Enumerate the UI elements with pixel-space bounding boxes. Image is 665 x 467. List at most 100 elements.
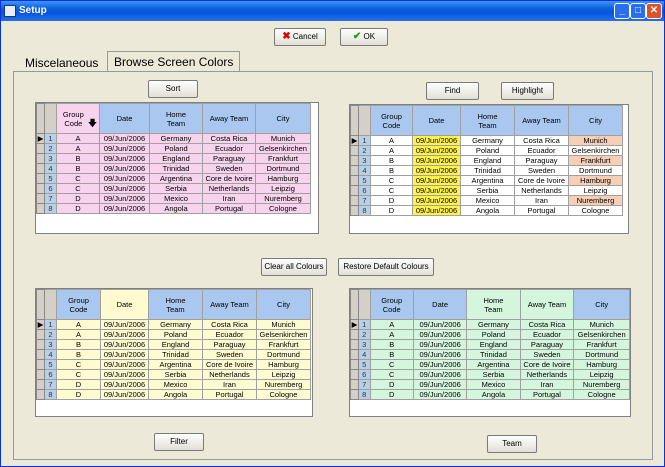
cell-home-team[interactable]: Serbia xyxy=(466,369,521,380)
table-row[interactable]: ▶ 1 A 09/Jun/2006 Germany Costa Rica Munich xyxy=(350,135,623,146)
column-header-home-team[interactable]: Home Team xyxy=(148,289,203,320)
cell-away-team[interactable]: Costa Rica xyxy=(202,319,257,330)
find-highlight-colors-grid[interactable]: Group Code Date Home Team Away Team City ▶ 1 A 0… xyxy=(349,104,629,234)
cell-group-code[interactable]: D xyxy=(369,389,414,400)
cell-city[interactable]: Nuremberg xyxy=(573,379,630,390)
column-header-city[interactable]: City xyxy=(255,103,311,134)
team-button[interactable]: Team xyxy=(487,435,537,453)
cell-away-team[interactable]: Sweden xyxy=(202,163,256,174)
table-row[interactable]: 8 D 09/Jun/2006 Angola Portugal Cologne xyxy=(350,389,630,400)
cell-away-team[interactable]: Core de Ivoire xyxy=(202,359,257,370)
table-row[interactable]: 5 C 09/Jun/2006 Argentina Core de Ivoire Hamb… xyxy=(36,173,311,184)
cell-city[interactable]: Hamburg xyxy=(255,173,311,184)
cell-date[interactable]: 09/Jun/2006 xyxy=(412,369,468,380)
cell-date[interactable]: 09/Jun/2006 xyxy=(100,349,149,360)
cell-group-code[interactable]: D xyxy=(56,389,101,400)
cell-group-code[interactable]: D xyxy=(56,203,100,214)
cell-away-team[interactable]: Paraguay xyxy=(519,339,575,350)
cell-home-team[interactable]: Argentina xyxy=(460,175,515,186)
cell-date[interactable]: 09/Jun/2006 xyxy=(100,369,149,380)
cell-group-code[interactable]: A xyxy=(56,133,100,144)
cell-home-team[interactable]: England xyxy=(149,153,203,164)
cell-group-code[interactable]: C xyxy=(370,185,413,196)
cell-home-team[interactable]: England xyxy=(460,155,515,166)
column-header-home-team[interactable]: Home Team xyxy=(149,103,203,134)
table-row[interactable]: 8 D 09/Jun/2006 Angola Portugal Cologne xyxy=(36,389,311,400)
cell-group-code[interactable]: A xyxy=(370,135,413,146)
column-header-date[interactable]: Date xyxy=(412,289,468,320)
column-header-group-code[interactable]: Group Code xyxy=(56,289,101,320)
cell-date[interactable]: 09/Jun/2006 xyxy=(412,155,461,166)
cell-date[interactable]: 09/Jun/2006 xyxy=(412,359,468,370)
cell-city[interactable]: Cologne xyxy=(568,205,623,216)
cell-away-team[interactable]: Ecuador xyxy=(519,329,575,340)
cell-away-team[interactable]: Sweden xyxy=(519,349,575,360)
cell-away-team[interactable]: Portugal xyxy=(202,203,256,214)
cell-city[interactable]: Dortmund xyxy=(573,349,630,360)
column-header-away-team[interactable]: Away Team xyxy=(514,105,569,136)
cell-group-code[interactable]: B xyxy=(369,339,414,350)
table-row[interactable]: 7 D 09/Jun/2006 Mexico Iran Nuremberg xyxy=(350,379,630,390)
table-row[interactable]: 8 D 09/Jun/2006 Angola Portugal Cologne xyxy=(350,205,623,216)
cell-group-code[interactable]: D xyxy=(370,195,413,206)
cell-date[interactable]: 09/Jun/2006 xyxy=(412,185,461,196)
cell-away-team[interactable]: Ecuador xyxy=(514,145,569,156)
cell-away-team[interactable]: Ecuador xyxy=(202,143,256,154)
column-header-group-code[interactable]: Group Code xyxy=(370,105,413,136)
cell-home-team[interactable]: Trinidad xyxy=(460,165,515,176)
maximize-button[interactable]: □ xyxy=(630,3,646,19)
cell-city[interactable]: Leipzig xyxy=(255,183,311,194)
cell-home-team[interactable]: Argentina xyxy=(149,173,203,184)
cell-home-team[interactable]: Poland xyxy=(466,329,521,340)
cell-home-team[interactable]: Serbia xyxy=(148,369,203,380)
cell-group-code[interactable]: B xyxy=(56,153,100,164)
cell-date[interactable]: 09/Jun/2006 xyxy=(412,205,461,216)
cell-home-team[interactable]: England xyxy=(148,339,203,350)
column-header-group-code[interactable]: Group Code 🡇 xyxy=(56,103,100,134)
table-row[interactable]: 4 B 09/Jun/2006 Trinidad Sweden Dortmund xyxy=(350,349,630,360)
ok-button[interactable]: ✔ OK xyxy=(340,28,388,46)
cell-group-code[interactable]: B xyxy=(56,339,101,350)
cell-city[interactable]: Munich xyxy=(573,319,630,330)
cell-home-team[interactable]: Poland xyxy=(460,145,515,156)
table-row[interactable]: 5 C 09/Jun/2006 Argentina Core de Ivoire Hamb… xyxy=(350,359,630,370)
table-row[interactable]: 6 C 09/Jun/2006 Serbia Netherlands Leipzig xyxy=(36,369,311,380)
table-row[interactable]: 4 B 09/Jun/2006 Trinidad Sweden Dortmund xyxy=(36,349,311,360)
cell-home-team[interactable]: Angola xyxy=(149,203,203,214)
table-row[interactable]: 5 C 09/Jun/2006 Argentina Core de Ivoire Hamb… xyxy=(350,175,623,186)
cell-city[interactable]: Dortmund xyxy=(255,163,311,174)
cell-away-team[interactable]: Portugal xyxy=(514,205,569,216)
cell-date[interactable]: 09/Jun/2006 xyxy=(412,165,461,176)
cell-away-team[interactable]: Costa Rica xyxy=(514,135,569,146)
cell-group-code[interactable]: B xyxy=(370,165,413,176)
cell-city[interactable]: Gelsenkirchen xyxy=(256,329,311,340)
cell-home-team[interactable]: Trinidad xyxy=(148,349,203,360)
cell-group-code[interactable]: C xyxy=(56,369,101,380)
cell-city[interactable]: Nuremberg xyxy=(255,193,311,204)
cell-date[interactable]: 09/Jun/2006 xyxy=(100,389,149,400)
cell-home-team[interactable]: Angola xyxy=(460,205,515,216)
table-row[interactable]: 6 C 09/Jun/2006 Serbia Netherlands Leipzig xyxy=(350,369,630,380)
restore-default-colours-button[interactable]: Restore Default Colours xyxy=(338,258,434,276)
cell-home-team[interactable]: Trinidad xyxy=(466,349,521,360)
table-row[interactable]: 2 A 09/Jun/2006 Poland Ecuador Gelsenkirchen xyxy=(36,329,311,340)
cell-home-team[interactable]: Argentina xyxy=(466,359,521,370)
table-row[interactable]: 2 A 09/Jun/2006 Poland Ecuador Gelsenkirchen xyxy=(36,143,311,154)
cell-home-team[interactable]: Poland xyxy=(149,143,203,154)
cell-date[interactable]: 09/Jun/2006 xyxy=(99,183,150,194)
table-row[interactable]: ▶ 1 A 09/Jun/2006 Germany Costa Rica Munich xyxy=(36,133,311,144)
cell-group-code[interactable]: A xyxy=(56,143,100,154)
table-row[interactable]: 2 A 09/Jun/2006 Poland Ecuador Gelsenkirchen xyxy=(350,329,630,340)
cell-home-team[interactable]: Germany xyxy=(148,319,203,330)
table-row[interactable]: 8 D 09/Jun/2006 Angola Portugal Cologne xyxy=(36,203,311,214)
cell-city[interactable]: Hamburg xyxy=(568,175,623,186)
team-colors-grid[interactable]: Group Code Date Home Team Away Team City ▶ 1 A 0… xyxy=(349,288,631,417)
cell-city[interactable]: Leipzig xyxy=(573,369,630,380)
cell-date[interactable]: 09/Jun/2006 xyxy=(99,133,150,144)
cell-away-team[interactable]: Iran xyxy=(514,195,569,206)
cell-home-team[interactable]: Mexico xyxy=(149,193,203,204)
cell-city[interactable]: Dortmund xyxy=(568,165,623,176)
column-header-date[interactable]: Date xyxy=(100,289,149,320)
cell-city[interactable]: Nuremberg xyxy=(256,379,311,390)
cell-group-code[interactable]: A xyxy=(369,319,414,330)
